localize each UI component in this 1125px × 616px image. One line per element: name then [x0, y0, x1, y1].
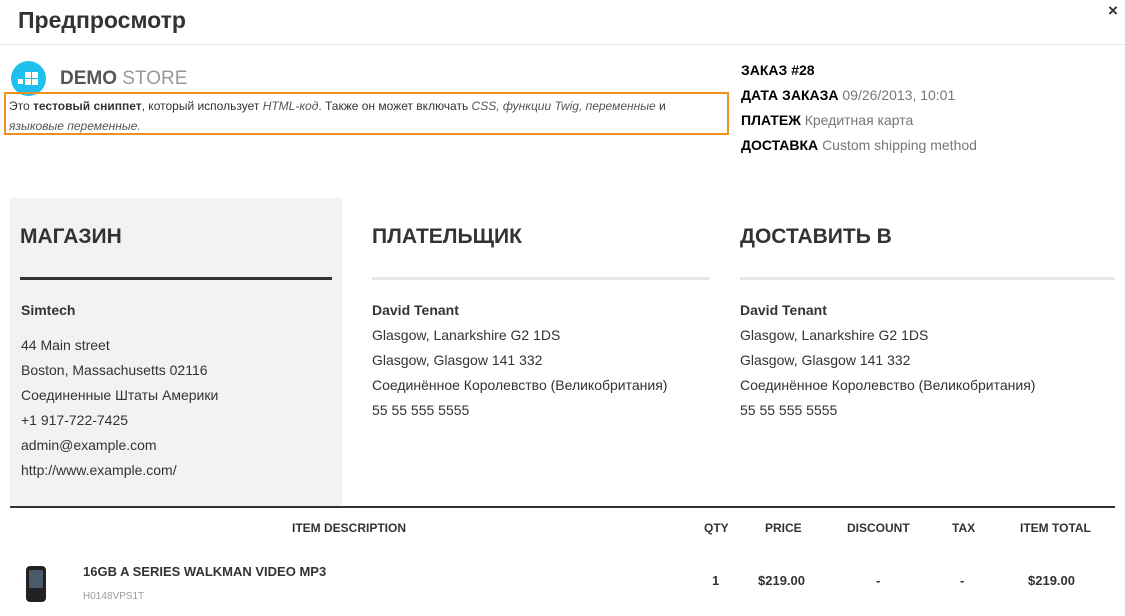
store-line: Соединенные Штаты Америки — [21, 387, 219, 403]
header-discount: DISCOUNT — [847, 521, 910, 535]
order-date-label: Дата заказа — [741, 87, 839, 103]
logo-mark-icon — [11, 61, 46, 96]
snippet-italic: . — [137, 119, 141, 133]
header-price: PRICE — [765, 521, 802, 535]
header-item-description: ITEM DESCRIPTION — [292, 521, 407, 535]
product-tax: - — [960, 573, 965, 588]
store-name: Simtech — [21, 302, 76, 318]
shipping-phone: 55 55 555 5555 — [740, 402, 838, 418]
product-total: $219.00 — [1028, 573, 1075, 588]
billing-line: Соединённое Королевство (Великобритания) — [372, 377, 668, 393]
snippet-bold: тестовый сниппет — [33, 99, 142, 113]
snippet-italic: языковые переменные — [9, 119, 138, 133]
snippet-text: , который использует — [141, 99, 263, 113]
billing-phone: 55 55 555 5555 — [372, 402, 470, 418]
snippet-text: и — [655, 99, 666, 113]
billing-line: Glasgow, Glasgow 141 332 — [372, 352, 543, 368]
billing-divider — [372, 277, 710, 280]
modal-title: Предпросмотр — [18, 7, 186, 33]
order-payment-label: Платеж — [741, 112, 801, 128]
snippet-italic: переменные — [585, 99, 656, 113]
snippet-italic: CSS — [471, 99, 497, 113]
modal-header: Предпросмотр × — [0, 0, 1125, 45]
order-number-row: Заказ #28 — [741, 61, 977, 86]
header-qty: QTY — [704, 521, 729, 535]
billing-title: ПЛАТЕЛЬЩИК — [372, 225, 522, 248]
store-phone: +1 917-722-7425 — [21, 412, 129, 428]
billing-name: David Tenant — [372, 302, 459, 318]
order-shipping-value: Custom shipping method — [822, 137, 977, 153]
snippet-italic: функции Twig — [502, 99, 579, 113]
order-number: Заказ #28 — [741, 62, 815, 78]
product-sku: H0148VPS1T — [83, 591, 145, 602]
table-top-border — [10, 506, 1115, 508]
order-info: Заказ #28 Дата заказа 09/26/2013, 10:01 … — [741, 61, 977, 161]
order-date-value: 09/26/2013, 10:01 — [842, 87, 956, 103]
shipping-line: Соединённое Королевство (Великобритания) — [740, 377, 1036, 393]
snippet-italic: HTML-код — [262, 99, 319, 113]
snippet-italic: , — [578, 99, 586, 113]
product-discount: - — [876, 573, 881, 588]
shipping-name: David Tenant — [740, 302, 827, 318]
product-qty: 1 — [712, 573, 720, 588]
order-shipping-row: Доставка Custom shipping method — [741, 136, 977, 161]
store-email: admin@example.com — [21, 437, 157, 453]
header-item-total: ITEM TOTAL — [1020, 521, 1091, 535]
store-website: http://www.example.com/ — [21, 462, 177, 478]
shipping-line: Glasgow, Lanarkshire G2 1DS — [740, 327, 929, 343]
test-snippet: Это тестовый сниппет, который использует… — [4, 92, 729, 135]
product-name: 16GB A SERIES WALKMAN VIDEO MP3 — [83, 564, 327, 579]
logo-text-strong: DEMO — [60, 68, 117, 89]
header-tax: TAX — [952, 521, 976, 535]
order-shipping-label: Доставка — [741, 137, 819, 153]
billing-address: David Tenant Glasgow, Lanarkshire G2 1DS… — [372, 298, 667, 423]
order-payment-value: Кредитная карта — [804, 112, 914, 128]
shipping-address: David Tenant Glasgow, Lanarkshire G2 1DS… — [740, 298, 1035, 423]
shipping-title: ДОСТАВИТЬ В — [740, 225, 892, 248]
billing-line: Glasgow, Lanarkshire G2 1DS — [372, 327, 561, 343]
logo-text: DEMO STORE — [60, 68, 187, 90]
snippet-text: Это — [9, 99, 33, 113]
store-title: МАГАЗИН — [20, 225, 122, 248]
snippet-text: . Также он может включать — [318, 99, 472, 113]
close-icon[interactable]: × — [1104, 2, 1122, 20]
store-line: Boston, Massachusetts 02116 — [21, 362, 208, 378]
shipping-divider — [740, 277, 1115, 280]
order-payment-row: Платеж Кредитная карта — [741, 111, 977, 136]
product-image — [26, 566, 46, 602]
product-price: $219.00 — [758, 573, 805, 588]
logo-text-light: STORE — [122, 68, 188, 89]
store-divider — [20, 277, 332, 280]
store-line: 44 Main street — [21, 337, 110, 353]
store-address: Simtech 44 Main street Boston, Massachus… — [21, 298, 218, 483]
shipping-line: Glasgow, Glasgow 141 332 — [740, 352, 911, 368]
order-date-row: Дата заказа 09/26/2013, 10:01 — [741, 86, 977, 111]
snippet-italic: , — [496, 99, 503, 113]
